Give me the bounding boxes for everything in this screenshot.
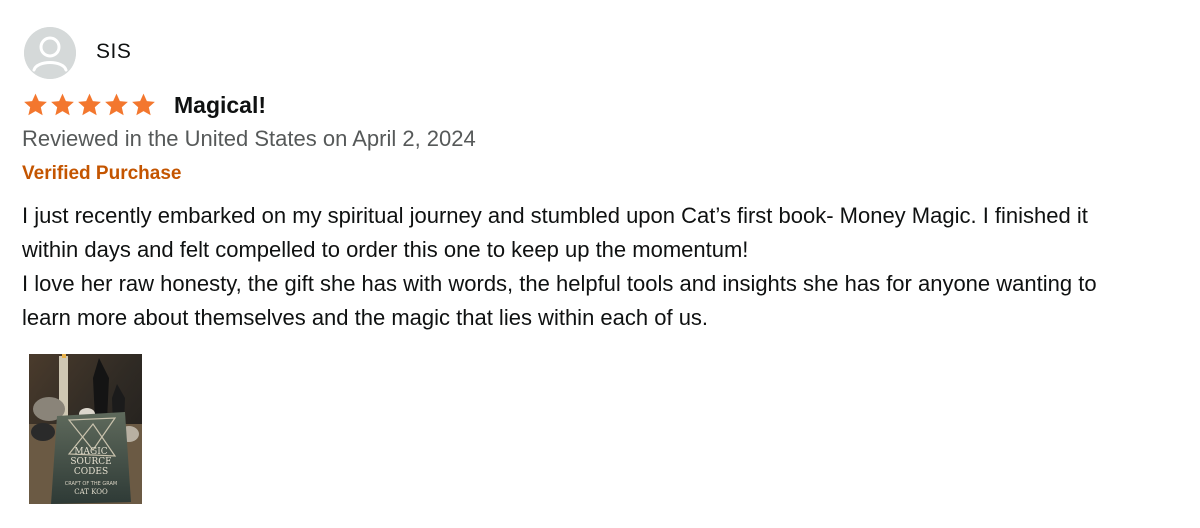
verified-purchase-badge: Verified Purchase	[22, 163, 182, 184]
review-image-thumbnail[interactable]: MAGIC SOURCE CODES CRAFT OF THE GRAM CAT…	[29, 354, 142, 504]
reviewer-name[interactable]: SIS	[96, 40, 131, 64]
star-icon	[51, 93, 74, 116]
svg-text:CRAFT OF THE GRAM: CRAFT OF THE GRAM	[65, 481, 117, 487]
review-body: I just recently embarked on my spiritual…	[22, 199, 1142, 335]
star-icon	[78, 93, 101, 116]
svg-text:MAGIC: MAGIC	[74, 447, 107, 457]
review-paragraph: I love her raw honesty, the gift she has…	[22, 271, 1097, 330]
star-rating[interactable]	[22, 92, 157, 118]
star-icon	[24, 93, 47, 116]
reviewer-avatar[interactable]	[24, 27, 76, 79]
rating-row: Magical!	[22, 90, 266, 120]
svg-text:CAT KOO: CAT KOO	[74, 488, 108, 496]
star-icon	[132, 93, 155, 116]
star-icon	[105, 93, 128, 116]
review-paragraph: I just recently embarked on my spiritual…	[22, 203, 1088, 262]
review-date: Reviewed in the United States on April 2…	[22, 126, 476, 151]
svg-text:SOURCE: SOURCE	[70, 457, 111, 467]
default-user-avatar-icon	[24, 27, 76, 79]
review-title[interactable]: Magical!	[174, 92, 266, 119]
svg-text:CODES: CODES	[74, 467, 108, 477]
